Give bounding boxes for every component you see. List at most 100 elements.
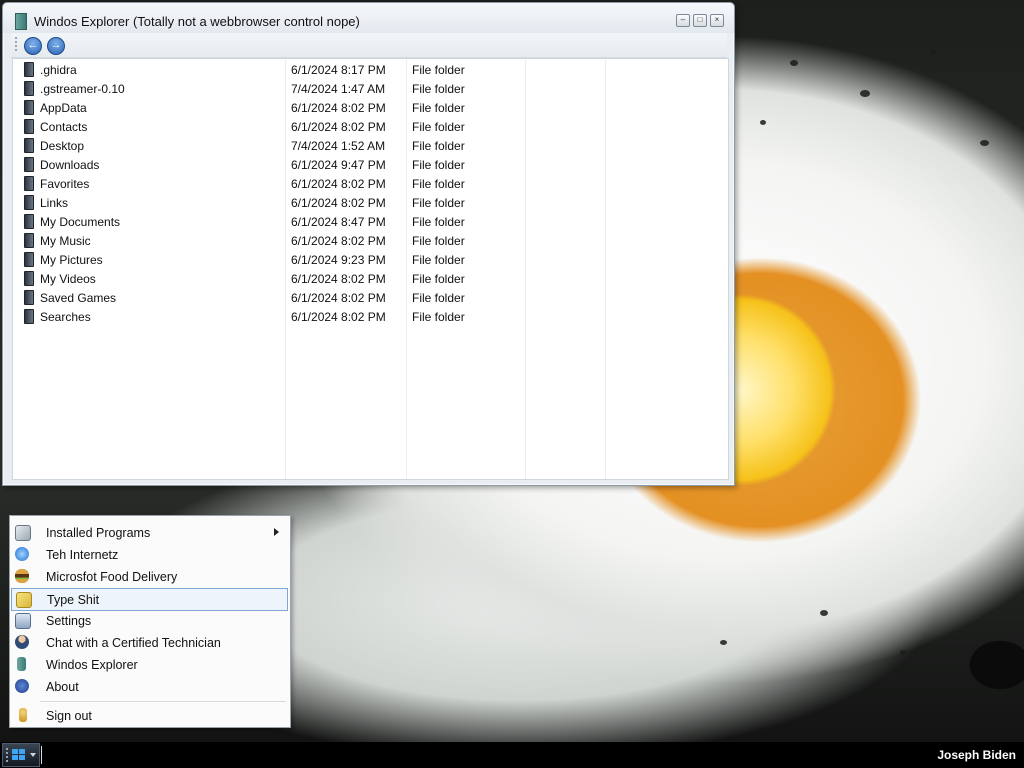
start-button[interactable] [2,743,40,767]
notepad-icon [16,592,32,608]
navigation-toolbar: ← → [11,33,727,58]
toolbar-grip[interactable] [15,37,17,53]
file-row[interactable]: Saved Games 6/1/2024 8:02 PM File folder [13,288,728,307]
file-date-modified: 6/1/2024 8:02 PM [291,120,386,134]
file-name: Searches [40,310,91,324]
file-row[interactable]: Searches 6/1/2024 8:02 PM File folder [13,307,728,326]
file-row[interactable]: My Videos 6/1/2024 8:02 PM File folder [13,269,728,288]
help-icon [15,679,29,693]
menu-item-label: Teh Internetz [46,548,119,562]
explorer-icon [17,657,26,671]
wallpaper-speck [820,610,828,616]
menu-item-chat-with-a-certified-technician[interactable]: Chat with a Certified Technician [11,632,288,653]
programs-icon [15,525,31,541]
file-date-modified: 6/1/2024 9:23 PM [291,253,386,267]
file-date-modified: 6/1/2024 8:02 PM [291,291,386,305]
technician-icon [15,635,29,649]
taskbar: Joseph Biden [0,742,1024,768]
file-date-modified: 7/4/2024 1:47 AM [291,82,386,96]
wallpaper-speck [930,50,937,55]
start-grip [6,748,8,763]
explorer-window[interactable]: Windos Explorer (Totally not a webbrowse… [2,2,735,486]
file-row[interactable]: My Documents 6/1/2024 8:47 PM File folder [13,212,728,231]
key-icon [19,708,27,722]
folder-icon [24,157,34,172]
file-row[interactable]: Desktop 7/4/2024 1:52 AM File folder [13,136,728,155]
window-titlebar[interactable]: Windos Explorer (Totally not a webbrowse… [3,3,734,33]
file-type: File folder [412,310,465,324]
start-menu: Installed Programs Teh Internetz Microsfot… [9,515,291,728]
menu-item-sign-out[interactable]: Sign out [11,705,288,726]
submenu-arrow-icon [274,528,279,536]
file-name: Saved Games [40,291,117,305]
file-row[interactable]: My Pictures 6/1/2024 9:23 PM File folder [13,250,728,269]
file-date-modified: 6/1/2024 9:47 PM [291,158,386,172]
internet-explorer-icon [15,547,29,561]
burger-icon [15,569,29,583]
file-type: File folder [412,253,465,267]
menu-item-about[interactable]: About [11,676,288,697]
file-name: Contacts [40,120,88,134]
file-row[interactable]: .gstreamer-0.10 7/4/2024 1:47 AM File fold… [13,79,728,98]
file-date-modified: 6/1/2024 8:02 PM [291,101,386,115]
file-name: AppData [40,101,87,115]
wallpaper-speck [720,640,727,645]
file-list[interactable]: .ghidra 6/1/2024 8:17 PM File folder .gstre… [12,58,729,480]
file-type: File folder [412,158,465,172]
settings-icon [15,613,31,629]
file-type: File folder [412,234,465,248]
folder-icon [24,252,34,267]
folder-icon [24,214,34,229]
file-name: Favorites [40,177,90,191]
file-name: .gstreamer-0.10 [40,82,125,96]
file-row[interactable]: Links 6/1/2024 8:02 PM File folder [13,193,728,212]
file-date-modified: 6/1/2024 8:02 PM [291,272,386,286]
file-row[interactable]: AppData 6/1/2024 8:02 PM File folder [13,98,728,117]
file-date-modified: 6/1/2024 8:02 PM [291,196,386,210]
menu-item-settings[interactable]: Settings [11,610,288,631]
file-type: File folder [412,139,465,153]
file-name: Downloads [40,158,100,172]
windows-logo-icon [12,749,26,761]
file-name: Desktop [40,139,85,153]
folder-icon [24,81,34,96]
wallpaper-speck [860,90,870,97]
file-type: File folder [412,272,465,286]
close-button[interactable]: × [710,14,724,27]
folder-icon [24,119,34,134]
back-arrow-icon[interactable]: ← [24,37,42,55]
chevron-down-icon [30,753,36,757]
file-row[interactable]: My Music 6/1/2024 8:02 PM File folder [13,231,728,250]
maximize-button[interactable]: □ [693,14,707,27]
minimize-button[interactable]: – [676,14,690,27]
wallpaper-speck [790,60,798,66]
menu-item-label: Microsfot Food Delivery [46,570,178,584]
menu-item-label: Windos Explorer [46,658,138,672]
wallpaper-speck [980,140,989,146]
file-row[interactable]: Favorites 6/1/2024 8:02 PM File folder [13,174,728,193]
menu-item-label: About [46,680,79,694]
menu-item-teh-internetz[interactable]: Teh Internetz [11,544,288,565]
folder-icon [24,62,34,77]
file-row[interactable]: .ghidra 6/1/2024 8:17 PM File folder [13,60,728,79]
folder-icon [24,176,34,191]
folder-icon [24,290,34,305]
menu-item-microsfot-food-delivery[interactable]: Microsfot Food Delivery [11,566,288,587]
file-type: File folder [412,291,465,305]
file-name: My Documents [40,215,121,229]
menu-item-type-shit[interactable]: Type Shit [11,588,288,611]
forward-arrow-icon[interactable]: → [47,37,65,55]
folder-icon [24,195,34,210]
file-row[interactable]: Contacts 6/1/2024 8:02 PM File folder [13,117,728,136]
menu-item-windos-explorer[interactable]: Windos Explorer [11,654,288,675]
file-type: File folder [412,177,465,191]
file-date-modified: 6/1/2024 8:17 PM [291,63,386,77]
menu-item-installed-programs[interactable]: Installed Programs [11,522,288,543]
file-name: My Videos [40,272,96,286]
file-row[interactable]: Downloads 6/1/2024 9:47 PM File folder [13,155,728,174]
file-date-modified: 7/4/2024 1:52 AM [291,139,386,153]
folder-icon [24,233,34,248]
menu-item-label: Installed Programs [46,526,151,540]
file-date-modified: 6/1/2024 8:02 PM [291,177,386,191]
user-name[interactable]: Joseph Biden [937,748,1016,762]
